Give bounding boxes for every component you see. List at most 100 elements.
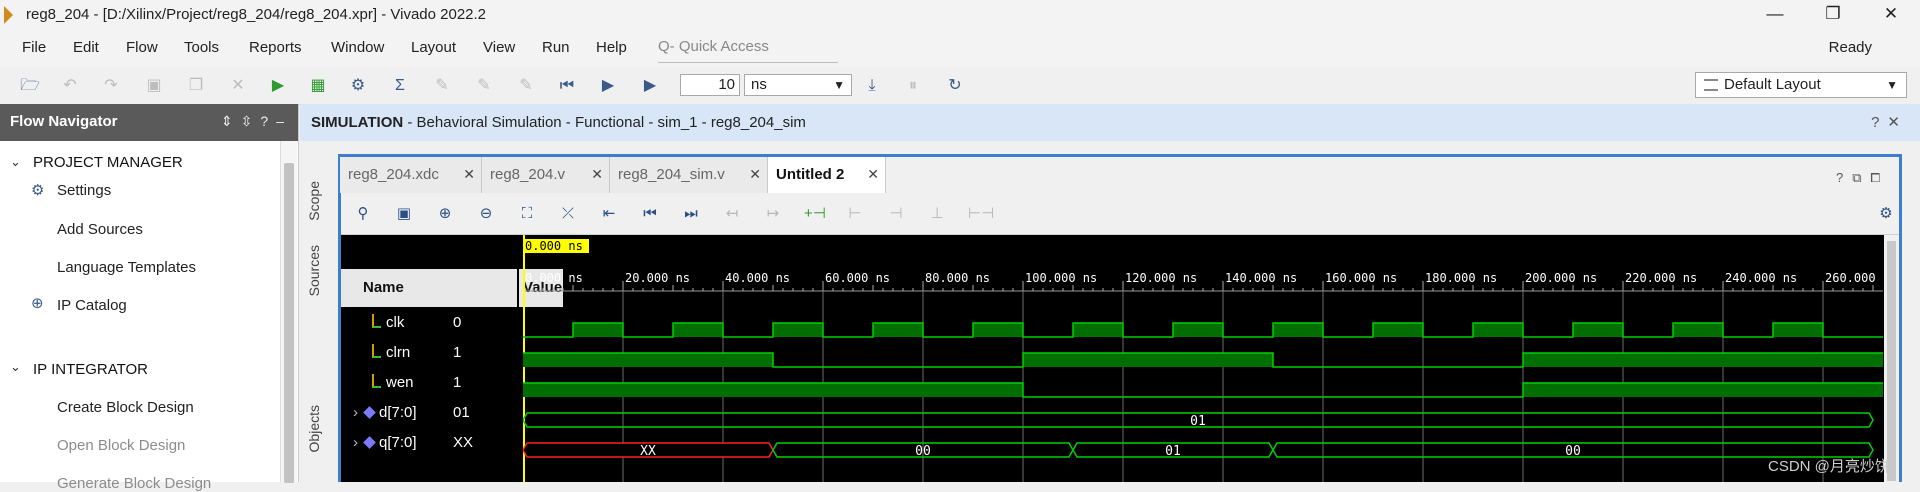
- tab-reg8-204-xdc[interactable]: reg8_204.xdc ✕: [340, 157, 482, 193]
- scrollbar-thumb[interactable]: [284, 163, 294, 483]
- section-project-manager[interactable]: PROJECT MANAGER: [33, 154, 183, 171]
- signal-name-clrn[interactable]: clrn: [372, 344, 410, 361]
- zoom-out-icon[interactable]: ⊖: [476, 204, 496, 224]
- previous-transition-icon[interactable]: ↤: [722, 204, 742, 224]
- menu-file[interactable]: File: [22, 39, 46, 56]
- run-for-icon[interactable]: ▶: [640, 76, 660, 96]
- close-button[interactable]: ✕: [1862, 0, 1920, 30]
- close-icon[interactable]: ✕: [749, 166, 761, 183]
- tab-reg8-204-v[interactable]: reg8_204.v ✕: [482, 157, 610, 193]
- swap-cursors-icon[interactable]: ⊥: [927, 204, 947, 224]
- menu-window[interactable]: Window: [331, 39, 384, 56]
- side-tab-objects[interactable]: Objects: [306, 405, 322, 452]
- tool-disabled-3-icon[interactable]: ✎: [516, 76, 536, 96]
- q[7:0]-segment-label: XX: [640, 444, 656, 459]
- close-icon[interactable]: ✕: [463, 166, 475, 183]
- signal-name-q[interactable]: › q[7:0]: [353, 434, 417, 451]
- tab-reg8-204-sim-v[interactable]: reg8_204_sim.v ✕: [610, 157, 768, 193]
- menu-tools[interactable]: Tools: [184, 39, 219, 56]
- name-column-header[interactable]: Name: [341, 269, 517, 307]
- signal-name-d[interactable]: › d[7:0]: [353, 404, 417, 421]
- layout-select[interactable]: Default Layout ▼: [1695, 72, 1907, 98]
- run-icon[interactable]: ▶: [268, 76, 288, 96]
- open-project-icon[interactable]: 🗁: [20, 76, 40, 96]
- clk-high-fill: [1073, 323, 1123, 337]
- nav-item-settings[interactable]: Settings: [57, 182, 111, 199]
- waveform-scrollbar[interactable]: [1884, 235, 1899, 482]
- bus-signal-icon: [363, 436, 376, 449]
- nav-item-open-block-design[interactable]: Open Block Design: [57, 437, 185, 454]
- scrollbar-thumb[interactable]: [1887, 241, 1896, 481]
- zoom-to-cursor-icon[interactable]: ⤫: [558, 204, 578, 224]
- menu-layout[interactable]: Layout: [411, 39, 456, 56]
- add-marker-icon[interactable]: +⊣: [804, 204, 826, 224]
- go-to-time-zero-icon[interactable]: ⇤: [599, 204, 619, 224]
- tab-window-controls[interactable]: ?⧉⧠: [1836, 170, 1889, 186]
- go-to-end-icon[interactable]: ⏭: [681, 204, 701, 224]
- wen-high-fill: [523, 383, 1023, 397]
- maximize-button[interactable]: ❐: [1804, 0, 1862, 30]
- copy-icon[interactable]: ❐: [186, 76, 206, 96]
- waveform-plot[interactable]: 0.000 ns 0.000 ns 20.000 ns 40.000 ns 60.000…: [523, 235, 1883, 482]
- quick-access-input[interactable]: Q- Quick Access: [658, 34, 838, 63]
- simulation-header-subtitle: - Behavioral Simulation - Functional - s…: [403, 114, 806, 131]
- menu-reports[interactable]: Reports: [249, 39, 302, 56]
- waveform-settings-icon[interactable]: ⚙: [1876, 204, 1896, 224]
- snap-icon[interactable]: ⊢⊣: [968, 204, 994, 224]
- menu-bar: File Edit Flow Tools Reports Window Layo…: [0, 30, 1920, 66]
- previous-marker-icon[interactable]: ⊢: [845, 204, 865, 224]
- relaunch-icon[interactable]: ↻: [945, 76, 965, 96]
- tool-disabled-1-icon[interactable]: ✎: [432, 76, 452, 96]
- undo-icon[interactable]: ↶: [60, 76, 80, 96]
- next-transition-icon[interactable]: ↦: [763, 204, 783, 224]
- chevron-right-icon[interactable]: ›: [353, 434, 358, 451]
- clk-high-fill: [773, 323, 823, 337]
- close-icon[interactable]: ✕: [591, 166, 603, 183]
- side-tab-scope[interactable]: Scope: [306, 181, 322, 221]
- chevron-down-icon[interactable]: ⌄: [10, 154, 21, 170]
- next-marker-icon[interactable]: ⊣: [886, 204, 906, 224]
- save-waveform-icon[interactable]: ▣: [394, 204, 414, 224]
- search-icon[interactable]: ⚲: [353, 204, 373, 224]
- run-unit-select[interactable]: ns ▼: [744, 74, 852, 96]
- menu-view[interactable]: View: [483, 39, 515, 56]
- zoom-fit-icon[interactable]: ⛶: [517, 204, 537, 224]
- redo-icon[interactable]: ↷: [101, 76, 121, 96]
- run-length-input[interactable]: 10: [680, 74, 740, 96]
- menu-help[interactable]: Help: [596, 39, 627, 56]
- flow-navigator-scrollbar[interactable]: [280, 141, 297, 483]
- nav-item-add-sources[interactable]: Add Sources: [57, 221, 143, 238]
- menu-run[interactable]: Run: [542, 39, 570, 56]
- tab-untitled-2[interactable]: Untitled 2 ✕: [768, 157, 886, 193]
- restart-icon[interactable]: ⏮: [557, 76, 577, 96]
- menu-flow[interactable]: Flow: [126, 39, 158, 56]
- menu-edit[interactable]: Edit: [73, 39, 99, 56]
- side-tab-sources[interactable]: Sources: [306, 245, 322, 296]
- nav-item-ip-catalog[interactable]: IP Catalog: [57, 297, 127, 314]
- simulation-header-controls[interactable]: ?✕: [1871, 113, 1908, 131]
- chevron-down-icon[interactable]: ⌄: [10, 359, 21, 375]
- nav-item-generate-block-design[interactable]: Generate Block Design: [57, 475, 211, 492]
- run-all-icon[interactable]: ▶: [598, 76, 618, 96]
- break-icon[interactable]: ⏸: [903, 76, 923, 96]
- nav-item-create-block-design[interactable]: Create Block Design: [57, 399, 194, 416]
- tool-disabled-2-icon[interactable]: ✎: [474, 76, 494, 96]
- sigma-icon[interactable]: Σ: [390, 76, 410, 96]
- close-icon[interactable]: ✕: [867, 166, 879, 183]
- signal-name-clk[interactable]: clk: [372, 314, 404, 331]
- program-device-icon[interactable]: ▦: [308, 76, 328, 96]
- signal-value-q: XX: [453, 434, 474, 451]
- save-icon[interactable]: ▣: [144, 76, 164, 96]
- signal-name-wen[interactable]: wen: [372, 374, 414, 391]
- delete-icon[interactable]: ✕: [228, 76, 248, 96]
- minimize-button[interactable]: —: [1746, 0, 1804, 30]
- clrn-high-fill: [1523, 353, 1883, 367]
- chevron-right-icon[interactable]: ›: [353, 404, 358, 421]
- section-ip-integrator[interactable]: IP INTEGRATOR: [33, 361, 148, 378]
- nav-item-language-templates[interactable]: Language Templates: [57, 259, 196, 276]
- settings-icon[interactable]: ⚙: [348, 76, 368, 96]
- go-to-start-icon[interactable]: ⏮: [640, 204, 660, 224]
- zoom-in-icon[interactable]: ⊕: [435, 204, 455, 224]
- step-icon[interactable]: ⤓: [862, 76, 882, 96]
- flow-navigator-header-icons[interactable]: ⇕⇳?–: [221, 113, 292, 130]
